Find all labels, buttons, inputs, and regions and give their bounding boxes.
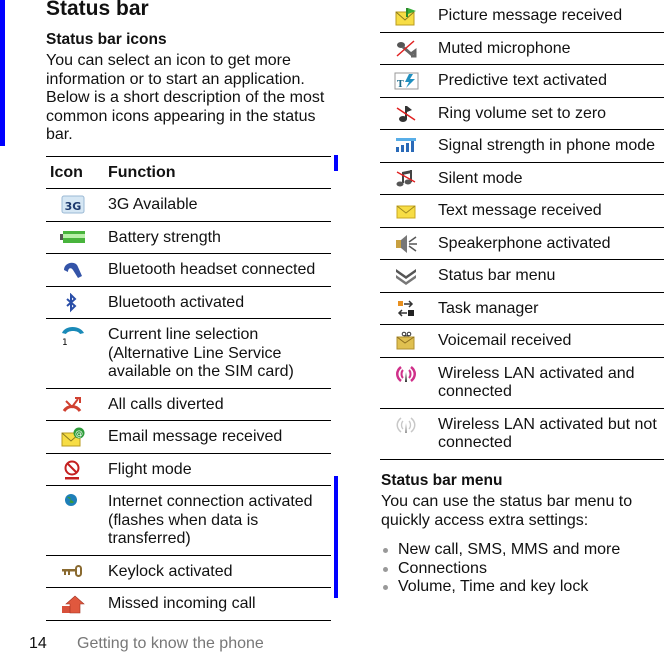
bluetooth-icon <box>60 292 86 313</box>
svg-text:@: @ <box>75 429 83 438</box>
function-label: Status bar menu <box>438 259 664 293</box>
column-header-function: Function <box>108 156 331 189</box>
table-row: Task manager <box>380 292 664 325</box>
function-label: Keylock activated <box>108 555 331 588</box>
table-row: Battery strength <box>46 221 331 254</box>
table-row: Text message received <box>380 194 664 228</box>
status-bar-menu-icon <box>394 266 420 286</box>
table-row: Keylock activated <box>46 555 331 588</box>
table-row: Bluetooth activated <box>46 286 331 319</box>
text-message-icon <box>394 201 420 221</box>
globe-icon <box>60 492 86 512</box>
list-item: New call, SMS, MMS and more <box>381 541 620 560</box>
table-header-row: Icon Function <box>46 156 331 189</box>
function-label: Predictive text activated <box>438 64 664 98</box>
table-row: Signal strength in phone mode <box>380 129 664 163</box>
function-label: Silent mode <box>438 162 664 195</box>
table-row: Wireless LAN activated but not connected <box>380 408 664 460</box>
table-row: Picture message received <box>380 0 664 33</box>
predictive-text-icon: T <box>394 71 420 91</box>
section-heading-menu: Status bar menu <box>381 472 503 489</box>
function-label: Task manager <box>438 292 664 325</box>
function-label: Signal strength in phone mode <box>438 129 664 163</box>
wlan-connected-icon <box>394 364 420 384</box>
table-row: @ Email message received <box>46 420 331 454</box>
function-label: Flight mode <box>108 453 331 486</box>
table-row: Flight mode <box>46 453 331 486</box>
icon-table-right: Picture message received Muted microphon… <box>380 0 664 460</box>
table-row: Speakerphone activated <box>380 227 664 260</box>
function-label: Battery strength <box>108 221 331 254</box>
section-intro-icons: You can select an icon to get more infor… <box>46 52 325 143</box>
menu-bullet-list: New call, SMS, MMS and more Connections … <box>381 541 620 597</box>
function-label: Current line selection (Alternative Line… <box>108 318 331 389</box>
column-header-icon: Icon <box>46 156 108 189</box>
function-label: Internet connection activated (flashes w… <box>108 485 331 556</box>
table-row: Bluetooth headset connected <box>46 253 331 287</box>
section-heading-icons: Status bar icons <box>46 31 167 48</box>
table-row: All calls diverted <box>46 388 331 421</box>
svg-text:3G: 3G <box>65 200 82 213</box>
function-label: Email message received <box>108 420 331 454</box>
email-icon: @ <box>60 427 86 447</box>
function-label: Text message received <box>438 194 664 228</box>
function-label: Wireless LAN activated and connected <box>438 357 664 409</box>
muted-microphone-icon <box>394 39 420 59</box>
speakerphone-icon <box>394 234 420 254</box>
function-label: All calls diverted <box>108 388 331 421</box>
function-label: Bluetooth activated <box>108 286 331 319</box>
table-row: 3G 3G Available <box>46 188 331 222</box>
task-manager-icon <box>394 299 420 319</box>
table-row: T Predictive text activated <box>380 64 664 98</box>
silent-mode-icon <box>394 169 420 189</box>
function-label: Missed incoming call <box>108 587 331 621</box>
bluetooth-headset-icon <box>60 260 86 280</box>
table-row: Ring volume set to zero <box>380 97 664 130</box>
page-number: 14 <box>29 635 47 652</box>
svg-text:1: 1 <box>62 338 68 345</box>
table-row: 1 Current line selection (Alternative Li… <box>46 318 331 389</box>
table-row: Muted microphone <box>380 32 664 65</box>
picture-message-icon <box>394 6 420 26</box>
function-label: Speakerphone activated <box>438 227 664 260</box>
table-row: Voicemail received <box>380 324 664 358</box>
wlan-not-connected-icon <box>394 415 420 435</box>
key-icon <box>60 562 86 582</box>
missed-call-icon <box>60 594 86 614</box>
function-label: Bluetooth headset connected <box>108 253 331 287</box>
function-label: 3G Available <box>108 188 331 222</box>
list-item: Connections <box>381 560 620 579</box>
list-item: Volume, Time and key lock <box>381 578 620 597</box>
signal-strength-icon <box>394 136 420 156</box>
flight-mode-icon <box>60 460 86 480</box>
change-bar <box>334 155 338 171</box>
section-intro-menu: You can use the status bar menu to quick… <box>381 493 633 529</box>
table-row: Wireless LAN activated and connected <box>380 357 664 409</box>
change-bar <box>0 0 5 146</box>
function-label: Voicemail received <box>438 324 664 358</box>
change-bar <box>334 476 338 598</box>
3g-icon: 3G <box>60 195 86 215</box>
table-row: Silent mode <box>380 162 664 195</box>
table-row: Status bar menu <box>380 259 664 293</box>
chapter-title: Getting to know the phone <box>77 635 264 652</box>
table-row: Internet connection activated (flashes w… <box>46 485 331 556</box>
table-row: Missed incoming call <box>46 587 331 621</box>
line-selection-icon: 1 <box>60 325 86 348</box>
voicemail-icon <box>394 331 420 351</box>
battery-icon <box>60 228 86 248</box>
function-label: Picture message received <box>438 0 664 33</box>
function-label: Ring volume set to zero <box>438 97 664 130</box>
function-label: Muted microphone <box>438 32 664 65</box>
svg-text:T: T <box>397 80 404 90</box>
ring-volume-zero-icon <box>394 104 420 124</box>
call-divert-icon <box>60 395 86 415</box>
icon-table-left: Icon Function 3G 3G Available Battery st… <box>46 156 331 621</box>
page-title: Status bar <box>46 0 149 20</box>
function-label: Wireless LAN activated but not connected <box>438 408 664 460</box>
